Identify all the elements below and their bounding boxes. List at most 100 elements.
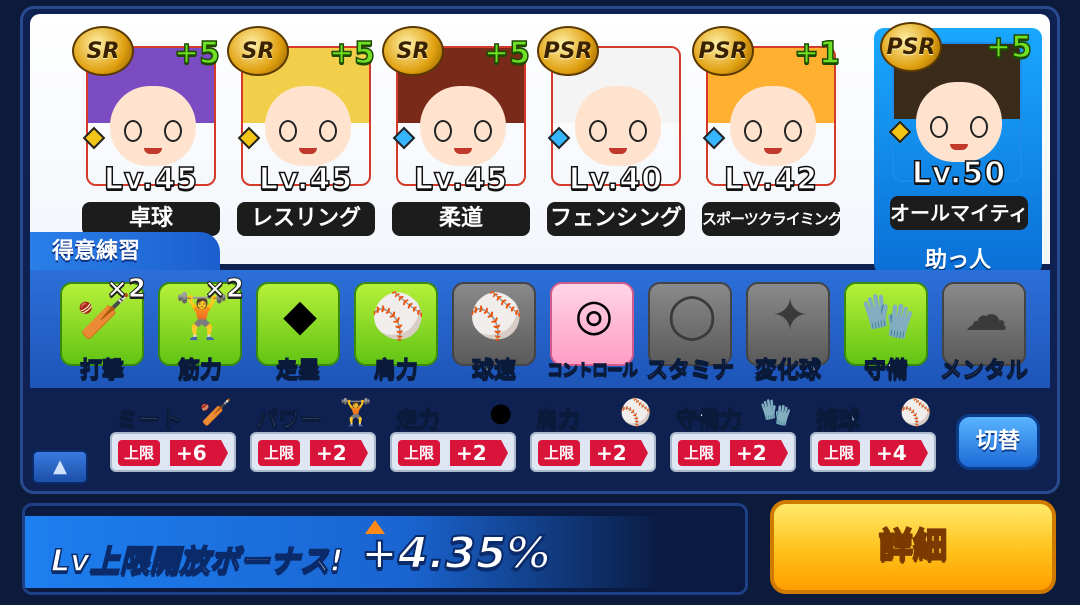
practice-title: 得意練習: [30, 232, 220, 272]
stat-name: ミート: [115, 408, 183, 434]
practice-glyph: ☁: [964, 290, 1008, 341]
limit-value: +2: [310, 440, 368, 466]
card-6-helper[interactable]: PSR +5 Lv.50 オールマイティ 助っ人: [874, 22, 1042, 274]
stat-name: パワー: [255, 408, 323, 434]
stat-limit-3: 走力 ● 上限 +2: [390, 398, 516, 478]
practice-glyph: ◆: [283, 290, 317, 341]
stat-name: 捕球: [815, 408, 861, 434]
bonus-bar: Lv上限開放ボーナス! +4.35%: [22, 503, 748, 595]
card-name: オールマイティ: [890, 196, 1028, 230]
practice-6[interactable]: ◎ コントロール: [546, 282, 639, 382]
plus-level: +5: [328, 35, 376, 72]
stat-limit-6: 捕球 ⚾ 上限 +4: [810, 398, 936, 478]
rarity-badge: PSR: [692, 26, 754, 76]
practice-4[interactable]: ⚾ 肩力: [354, 282, 438, 384]
practice-label: 守備: [863, 358, 908, 384]
practice-label: コントロール: [546, 360, 638, 380]
limit-value: +2: [590, 440, 648, 466]
throw-ball-icon: ⚾: [619, 398, 652, 428]
practice-label: メンタル: [939, 358, 1028, 384]
card-4[interactable]: PSR Lv.40 フェンシング: [537, 26, 689, 239]
card-name: フェンシング: [547, 202, 685, 236]
limit-tag: 上限: [258, 440, 301, 466]
plus-level: +5: [173, 35, 221, 72]
card-2[interactable]: SR +5 Lv.45 レスリング: [227, 26, 379, 239]
plus-level: +5: [985, 29, 1033, 66]
plus-level: +5: [483, 35, 531, 72]
collapse-up-button[interactable]: ▲: [32, 450, 88, 484]
practice-glyph: ✦: [771, 290, 809, 341]
practice-glyph: 🧤: [860, 291, 916, 342]
catch-ball-icon: ⚾: [899, 398, 932, 428]
practice-glyph: ⚾: [370, 291, 426, 342]
rarity-badge: SR: [382, 26, 444, 76]
practice-9[interactable]: 🧤 守備: [844, 282, 928, 384]
dumbbell-icon: 🏋: [339, 398, 372, 428]
card-name: スポーツクライミング: [702, 202, 840, 236]
limit-tag: 上限: [398, 440, 441, 466]
card-1[interactable]: SR +5 Lv.45 卓球: [72, 26, 224, 239]
limit-value: +2: [450, 440, 508, 466]
limit-tag: 上限: [118, 440, 161, 466]
stat-limit-5: 守備力 🧤 上限 +2: [670, 398, 796, 478]
practice-label: 筋力: [177, 358, 222, 384]
practice-multiplier: ×2: [106, 274, 147, 305]
stat-limit-4: 肩力 ⚾ 上限 +2: [530, 398, 656, 478]
stat-name: 守備力: [675, 408, 743, 434]
card-level: Lv.45: [103, 161, 199, 198]
practice-multiplier: ×2: [204, 274, 245, 305]
card-level: Lv.50: [911, 155, 1007, 192]
practice-label: 肩力: [373, 358, 418, 384]
card-level: Lv.45: [413, 161, 509, 198]
practice-glyph: ◎: [574, 290, 614, 341]
bonus-value: +4.35%: [360, 527, 552, 580]
practice-label: 球速: [471, 358, 516, 384]
switch-button[interactable]: 切替: [956, 414, 1040, 470]
detail-button[interactable]: 詳細: [770, 500, 1056, 594]
limit-tag: 上限: [538, 440, 581, 466]
practice-label: 変化球: [754, 358, 821, 384]
practice-8[interactable]: ✦ 変化球: [746, 282, 830, 384]
rarity-badge: PSR: [880, 22, 942, 72]
limit-value: +2: [730, 440, 788, 466]
glove-icon: 🧤: [759, 398, 792, 428]
rarity-badge: PSR: [537, 26, 599, 76]
stat-limit-1: ミート 🏏 上限 +6: [110, 398, 236, 478]
practice-glyph: ◯: [667, 290, 717, 341]
card-name: レスリング: [237, 202, 375, 236]
practice-row: 🏏 ×2 打撃 🏋 ×2 筋力 ◆ 走塁 ⚾ 肩力 ⚾ 球速 ◎ コントロール ◯ スタミナ ✦ 変化球 🧤 守備 ☁ メ…: [30, 270, 1050, 388]
card-deck: SR +5 Lv.45 卓球 SR +5 Lv.45 レスリング SR +5 L…: [30, 14, 1050, 274]
target-icon: ◎: [550, 282, 634, 366]
card-5[interactable]: PSR +1 Lv.42 スポーツクライミング: [692, 26, 844, 239]
card-level: Lv.45: [258, 161, 354, 198]
rarity-badge: SR: [227, 26, 289, 76]
practice-label: 打撃: [79, 358, 124, 384]
chevron-up-icon: ▲: [53, 456, 67, 477]
stat-limit-2: パワー 🏋 上限 +2: [250, 398, 376, 478]
card-level: Lv.40: [568, 161, 664, 198]
card-3[interactable]: SR +5 Lv.45 柔道: [382, 26, 534, 239]
limit-tag: 上限: [818, 440, 861, 466]
card-name: 卓球: [82, 202, 220, 236]
practice-2[interactable]: 🏋 ×2 筋力: [158, 274, 244, 384]
practice-glyph: ⚾: [468, 291, 524, 342]
runner-icon: ●: [489, 398, 512, 428]
practice-7[interactable]: ◯ スタミナ: [645, 282, 735, 384]
limit-tag: 上限: [678, 440, 721, 466]
rarity-badge: SR: [72, 26, 134, 76]
card-level: Lv.42: [723, 161, 819, 198]
stat-name: 肩力: [535, 408, 581, 434]
stat-name: 走力: [395, 408, 441, 434]
card-name: 柔道: [392, 202, 530, 236]
practice-label: スタミナ: [645, 358, 734, 384]
bonus-label: Lv上限開放ボーナス!: [50, 543, 344, 580]
limit-value: +4: [870, 440, 928, 466]
practice-1[interactable]: 🏏 ×2 打撃: [60, 274, 146, 384]
plus-level: +1: [793, 35, 841, 72]
limit-value: +6: [170, 440, 228, 466]
practice-label: 走塁: [275, 358, 320, 384]
practice-5[interactable]: ⚾ 球速: [452, 282, 536, 384]
practice-3[interactable]: ◆ 走塁: [256, 282, 340, 384]
practice-10[interactable]: ☁ メンタル: [939, 282, 1029, 384]
bat-icon: 🏏: [199, 398, 232, 428]
